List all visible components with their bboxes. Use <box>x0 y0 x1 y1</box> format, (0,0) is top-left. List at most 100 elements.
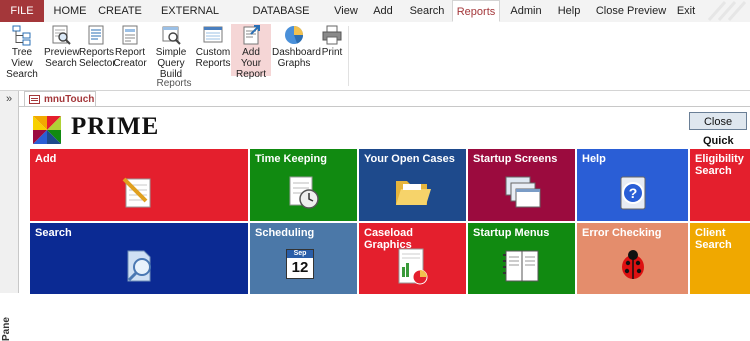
report-creator-button[interactable]: Report Creator <box>113 24 147 76</box>
preview-search-icon <box>52 25 71 45</box>
stacked-windows-icon <box>505 176 541 208</box>
tile-your-open-cases[interactable]: Your Open Cases <box>359 149 466 221</box>
reports-selector-label-2: Selector <box>79 58 116 69</box>
tile-startup-menus-label: Startup Menus <box>473 227 550 239</box>
add-your-report-button[interactable]: Add Your Report <box>231 24 271 80</box>
printer-icon <box>322 25 342 45</box>
tile-help-label: Help <box>582 153 606 165</box>
tile-add-label: Add <box>35 153 57 165</box>
quick-label: Quick <box>703 135 734 147</box>
app-brand-title: PRIME <box>71 113 160 140</box>
document-tab-label: mnuTouch <box>44 94 95 105</box>
tree-view-search-button[interactable]: Tree View Search <box>2 24 42 80</box>
tile-scheduling-label: Scheduling <box>255 227 315 239</box>
notebook-icon <box>503 250 539 282</box>
reports-selector-button[interactable]: Reports Selector <box>79 24 116 76</box>
search-document-icon <box>127 250 151 282</box>
svg-text:?: ? <box>629 185 638 201</box>
eligibility-search-label-1: Eligibility <box>695 153 744 165</box>
dashboard-graphs-label-1: Dashboard <box>272 47 321 58</box>
simple-query-build-label-1: Simple <box>155 47 187 58</box>
client-search-label-2: Search <box>695 239 732 251</box>
help-book-icon: ? <box>620 176 646 210</box>
tile-client-search-label: Client Search <box>695 227 746 251</box>
window-watermark-icon <box>707 1 747 21</box>
tree-view-search-label-1: Tree View <box>11 47 33 69</box>
custom-reports-button[interactable]: Custom Reports <box>195 24 231 76</box>
expand-pane-icon[interactable]: » <box>0 93 18 105</box>
custom-reports-label-1: Custom <box>195 47 231 58</box>
tile-help[interactable]: Help ? <box>577 149 688 221</box>
nav-pane-label: Pane <box>1 317 12 341</box>
tab-admin[interactable]: Admin <box>506 0 546 22</box>
report-creator-label-2: Creator <box>113 58 147 69</box>
simple-query-build-button[interactable]: Simple Query Build <box>148 24 194 80</box>
tile-startup-screens-label: Startup Screens <box>473 153 558 165</box>
tree-view-icon <box>12 25 31 46</box>
tab-reports[interactable]: Reports <box>452 0 500 22</box>
report-creator-icon <box>122 25 138 45</box>
tab-exit[interactable]: Exit <box>672 0 700 22</box>
tile-startup-menus[interactable]: Startup Menus <box>468 223 575 294</box>
calendar-day: 12 <box>291 259 309 276</box>
tab-external-data[interactable]: EXTERNAL DATA <box>150 0 230 39</box>
preview-search-button[interactable]: Preview Search <box>44 24 80 76</box>
simple-query-build-label-2: Query Build <box>157 58 185 80</box>
query-build-icon <box>162 26 181 45</box>
ribbon-reports-group: Tree View Search Preview Search Reports … <box>0 22 750 91</box>
timesheet-clock-icon <box>289 176 319 209</box>
tile-search[interactable]: Search <box>30 223 248 294</box>
pie-chart-icon <box>285 26 303 44</box>
preview-search-label-2: Search <box>45 58 77 69</box>
navigation-pane-collapsed[interactable]: » Pane <box>0 91 19 341</box>
custom-reports-icon <box>203 26 223 43</box>
reports-selector-label-1: Reports <box>79 47 115 58</box>
custom-reports-label-2: Reports <box>195 58 231 69</box>
notepad-pencil-icon <box>122 177 151 208</box>
ribbon-group-divider <box>348 26 349 86</box>
document-tab-mnutouch[interactable]: mnuTouch <box>24 91 96 107</box>
open-folder-icon <box>396 181 431 205</box>
tab-database-tools[interactable]: DATABASE TOOLS <box>236 0 326 39</box>
tab-add[interactable]: Add <box>368 0 398 22</box>
tile-search-label: Search <box>35 227 72 239</box>
calendar-icon: Sep 12 <box>286 249 314 279</box>
tile-error-checking-label: Error Checking <box>582 227 662 239</box>
ladybug-icon <box>622 250 644 279</box>
tab-create[interactable]: CREATE <box>96 0 144 22</box>
tab-view[interactable]: View <box>330 0 362 22</box>
reports-selector-icon <box>88 25 104 45</box>
preview-search-label-1: Preview <box>44 47 80 58</box>
close-button[interactable]: Close <box>689 112 747 130</box>
tile-add[interactable]: Add <box>30 149 248 221</box>
tab-file[interactable]: FILE <box>0 0 44 22</box>
add-your-report-label-1: Add Your <box>240 47 262 69</box>
tile-scheduling[interactable]: Scheduling Sep 12 <box>250 223 357 294</box>
tile-eligibility-search[interactable]: Eligibility Search <box>690 149 750 221</box>
calendar-month: Sep <box>287 250 313 258</box>
print-label: Print <box>321 47 343 58</box>
report-creator-label-1: Report <box>114 47 145 58</box>
ribbon-group-label: Reports <box>156 78 192 89</box>
tab-help[interactable]: Help <box>552 0 586 22</box>
dashboard-graphs-button[interactable]: Dashboard Graphs <box>272 24 321 76</box>
tile-your-open-cases-label: Your Open Cases <box>364 153 455 165</box>
tab-home[interactable]: HOME <box>50 0 90 22</box>
eligibility-search-label-2: Search <box>695 165 732 177</box>
tab-search[interactable]: Search <box>406 0 448 22</box>
add-report-icon <box>243 25 260 45</box>
tab-close-preview[interactable]: Close Preview <box>594 0 668 22</box>
tile-time-keeping-label: Time Keeping <box>255 153 327 165</box>
report-chart-icon <box>398 248 428 285</box>
tile-time-keeping[interactable]: Time Keeping <box>250 149 357 221</box>
client-search-label-1: Client <box>695 227 726 239</box>
tile-error-checking[interactable]: Error Checking <box>577 223 688 294</box>
tile-eligibility-search-label: Eligibility Search <box>695 153 746 177</box>
prime-logo-icon <box>33 116 61 144</box>
tile-startup-screens[interactable]: Startup Screens <box>468 149 575 221</box>
touch-menu-form: PRIME Close Quick Add Time Keeping Your … <box>19 106 750 294</box>
print-button[interactable]: Print <box>317 24 347 76</box>
form-icon <box>29 95 40 104</box>
tile-client-search[interactable]: Client Search <box>690 223 750 294</box>
tile-caseload-graphics[interactable]: Caseload Graphics <box>359 223 466 294</box>
